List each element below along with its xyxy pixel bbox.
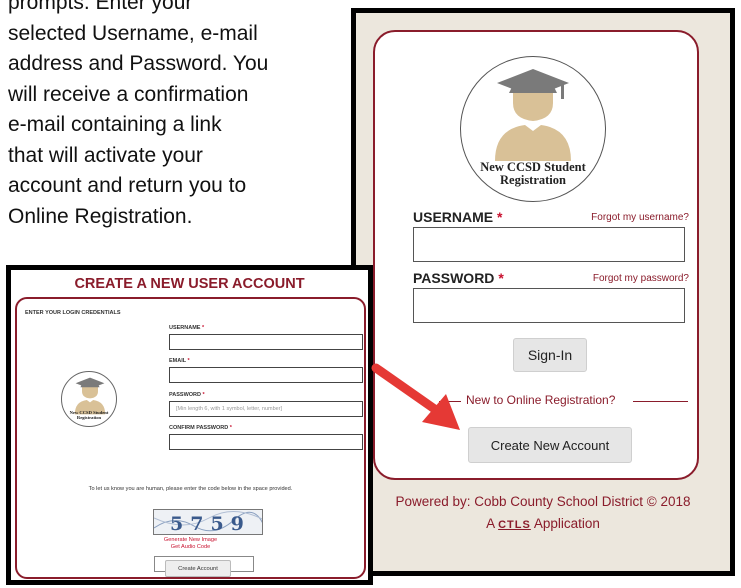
- arrow-icon: [371, 363, 460, 430]
- registration-logo: New CCSD Student Registration: [61, 371, 117, 427]
- intro-paragraph: prompts. Enter your selected Username, e…: [8, 0, 328, 232]
- password-label: PASSWORD *: [169, 392, 205, 398]
- forgot-username-link[interactable]: Forgot my username?: [565, 212, 689, 223]
- confirm-password-input[interactable]: [169, 434, 363, 450]
- email-input[interactable]: [169, 367, 363, 383]
- intro-line: address and Password. You: [8, 52, 269, 75]
- credentials-heading: ENTER YOUR LOGIN CREDENTIALS: [25, 310, 121, 316]
- required-mark: *: [202, 325, 205, 331]
- graduate-icon: [495, 69, 571, 161]
- new-to-registration-text: New to Online Registration?: [466, 393, 616, 407]
- intro-line: account and return you to: [8, 174, 247, 197]
- generate-new-image-link[interactable]: Generate New Image: [17, 537, 364, 544]
- required-mark: *: [229, 425, 232, 431]
- separator-line: [633, 401, 688, 402]
- forgot-password-link[interactable]: Forgot my password?: [565, 273, 689, 284]
- captcha-links: Generate New Image Get Audio Code: [17, 537, 364, 551]
- create-account-button[interactable]: Create Account: [165, 560, 231, 577]
- password-input[interactable]: [413, 288, 685, 323]
- required-mark: *: [498, 270, 504, 286]
- username-input[interactable]: [169, 334, 363, 350]
- sign-in-button[interactable]: Sign-In: [513, 338, 587, 372]
- username-label: USERNAME *: [413, 209, 503, 225]
- intro-line: Online Registration.: [8, 204, 193, 228]
- application-credit: A CTLS Application: [356, 514, 730, 535]
- required-mark: *: [202, 392, 205, 398]
- captcha-code: 5759: [170, 513, 251, 535]
- registration-logo: New CCSD Student Registration: [460, 56, 606, 202]
- powered-by-text: Powered by: Cobb County School District …: [395, 494, 691, 509]
- human-check-text: To let us know you are human, please ent…: [88, 486, 293, 492]
- password-label: PASSWORD *: [413, 270, 504, 286]
- logo-text: New CCSD Student Registration: [461, 161, 605, 187]
- required-mark: *: [187, 358, 190, 364]
- logo-text: New CCSD Student Registration: [62, 410, 116, 420]
- create-account-title: CREATE A NEW USER ACCOUNT: [74, 276, 305, 292]
- ctls-logo: CTLS: [498, 519, 531, 531]
- create-account-screenshot: CREATE A NEW USER ACCOUNT ENTER YOUR LOG…: [6, 265, 373, 585]
- get-audio-code-link[interactable]: Get Audio Code: [17, 544, 364, 551]
- login-screenshot: New CCSD Student Registration USERNAME *…: [351, 8, 735, 576]
- intro-line: selected Username, e-mail: [8, 21, 258, 45]
- intro-line: will receive a confirmation: [8, 82, 249, 106]
- create-new-account-button[interactable]: Create New Account: [468, 427, 632, 463]
- password-input[interactable]: [Min length 6, with 1 symbol, letter, nu…: [169, 401, 363, 417]
- username-label: USERNAME *: [169, 325, 205, 331]
- required-mark: *: [497, 209, 503, 225]
- username-input[interactable]: [413, 227, 685, 262]
- intro-line: e-mail containing a link: [8, 113, 222, 136]
- confirm-password-label: CONFIRM PASSWORD *: [169, 425, 232, 431]
- create-account-card: ENTER YOUR LOGIN CREDENTIALS New CCSD St…: [15, 297, 366, 579]
- intro-line: that will activate your: [8, 143, 203, 167]
- email-label: EMAIL *: [169, 358, 190, 364]
- logo-text-line: Registration: [500, 173, 566, 187]
- intro-line: prompts. Enter your: [8, 0, 193, 14]
- captcha-image: 5759: [153, 509, 263, 535]
- logo-text-line: Registration: [76, 415, 102, 420]
- captcha-noise: 5759: [154, 511, 262, 535]
